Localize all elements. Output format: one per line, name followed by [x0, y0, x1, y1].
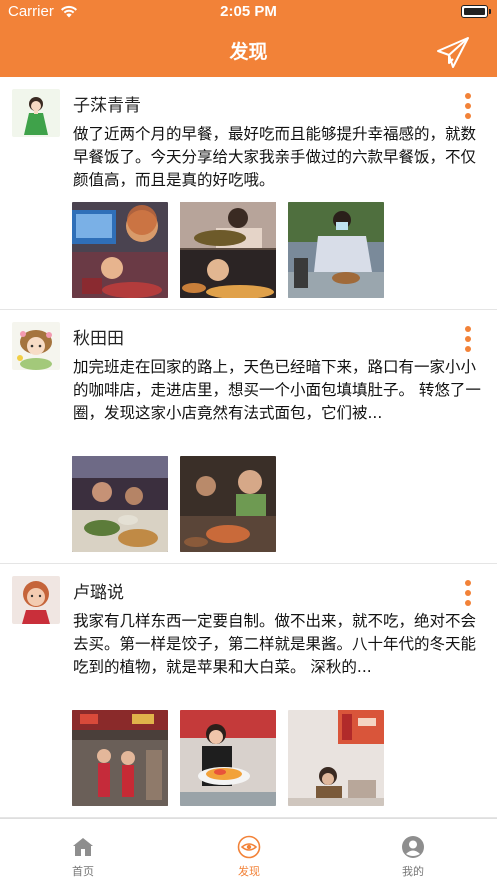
- more-options-icon[interactable]: [465, 580, 471, 610]
- post-image[interactable]: [72, 456, 168, 552]
- status-time: 2:05 PM: [220, 3, 277, 20]
- tab-discover[interactable]: 发现: [189, 819, 309, 883]
- avatar[interactable]: [12, 576, 60, 624]
- avatar[interactable]: [12, 89, 60, 137]
- post-text[interactable]: 我家有几样东西一定要自制。做不出来，就不吃，绝对不会去买。第一样是饺子，第二样就…: [73, 610, 483, 679]
- post-image[interactable]: [180, 456, 276, 552]
- post-username[interactable]: 子莯青青: [73, 91, 141, 116]
- more-options-icon[interactable]: [465, 93, 471, 123]
- post-image[interactable]: [180, 710, 276, 806]
- post-card[interactable]: 卢璐说 我家有几样东西一定要自制。做不出来，就不吃，绝对不会去买。第一样是饺子，…: [0, 564, 497, 818]
- post-images: [72, 710, 384, 806]
- post-image[interactable]: [288, 710, 384, 806]
- tab-home-label: 首页: [72, 865, 94, 878]
- send-icon[interactable]: [435, 34, 471, 70]
- eye-icon: [237, 835, 261, 859]
- post-images: [72, 202, 384, 298]
- navigation-header: Carrier 2:05 PM 发现: [0, 0, 497, 77]
- avatar[interactable]: [12, 322, 60, 370]
- post-image[interactable]: [72, 710, 168, 806]
- battery-icon: [461, 5, 491, 18]
- tab-mine[interactable]: 我的: [353, 819, 473, 883]
- post-card[interactable]: 子莯青青 做了近两个月的早餐，最好吃而且能够提升幸福感的，就数早餐饭了。今天分享…: [0, 77, 497, 310]
- discover-feed[interactable]: 子莯青青 做了近两个月的早餐，最好吃而且能够提升幸福感的，就数早餐饭了。今天分享…: [0, 77, 497, 818]
- post-image[interactable]: [180, 202, 276, 298]
- status-bar: Carrier 2:05 PM: [0, 0, 497, 26]
- post-images: [72, 456, 276, 552]
- post-card[interactable]: 秋田田 加完班走在回家的路上，天色已经暗下来，路口有一家小小的咖啡店，走进店里，…: [0, 310, 497, 564]
- home-icon: [73, 838, 93, 856]
- post-text[interactable]: 做了近两个月的早餐，最好吃而且能够提升幸福感的，就数早餐饭了。今天分享给大家我亲…: [73, 123, 483, 192]
- post-username[interactable]: 秋田田: [73, 324, 124, 349]
- post-image[interactable]: [72, 202, 168, 298]
- post-image[interactable]: [288, 202, 384, 298]
- tab-discover-label: 发现: [238, 865, 260, 878]
- tab-home[interactable]: 首页: [23, 819, 143, 883]
- post-text[interactable]: 加完班走在回家的路上，天色已经暗下来，路口有一家小小的咖啡店，走进店里，想买一个…: [73, 356, 483, 425]
- tab-bar: 首页 发现 我的: [0, 818, 497, 883]
- more-options-icon[interactable]: [465, 326, 471, 356]
- tab-mine-label: 我的: [402, 865, 424, 878]
- page-title: 发现: [229, 41, 268, 63]
- profile-icon: [402, 836, 424, 858]
- post-username[interactable]: 卢璐说: [73, 578, 124, 603]
